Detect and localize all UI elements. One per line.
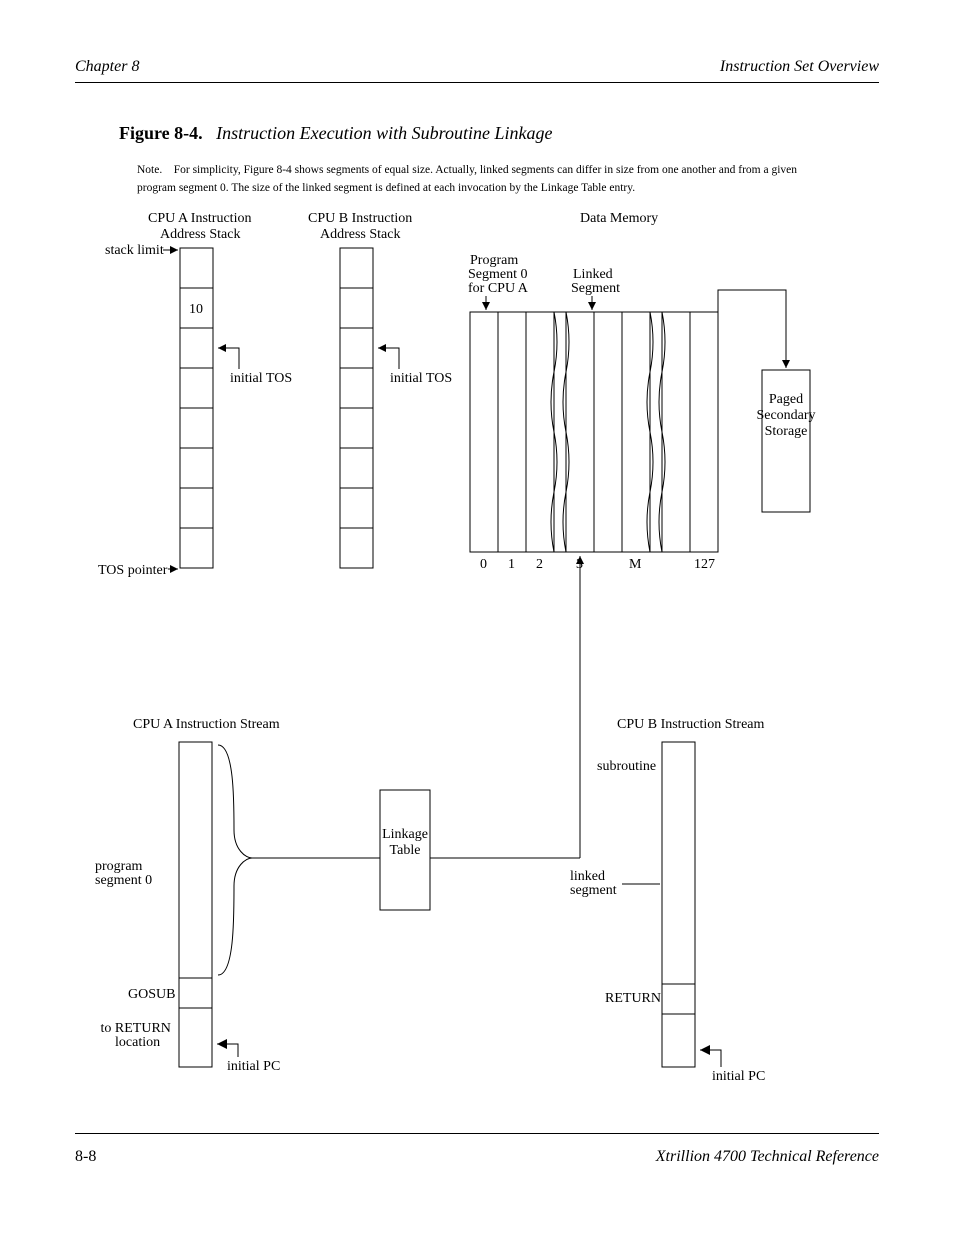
svg-text:RETURN: RETURN xyxy=(605,991,661,1006)
svg-text:CPU A Instruction Stream: CPU A Instruction Stream xyxy=(133,717,280,732)
footer-rule xyxy=(75,1133,879,1134)
svg-text:Storage: Storage xyxy=(765,424,808,439)
svg-text:initial PC: initial PC xyxy=(227,1059,280,1074)
cpu-a-title-line2: Address Stack xyxy=(160,227,241,242)
svg-text:initial TOS: initial TOS xyxy=(390,371,452,386)
svg-text:segment: segment xyxy=(570,883,617,898)
svg-text:2: 2 xyxy=(536,557,543,572)
cpu-a-initial-tos-arrow: initial TOS xyxy=(218,344,292,386)
cpu-a-stack: CPU A Instruction Address Stack 10 initi… xyxy=(148,211,292,568)
svg-text:segment 0: segment 0 xyxy=(95,873,152,888)
svg-text:M: M xyxy=(629,557,642,572)
svg-text:Linkage: Linkage xyxy=(382,827,428,842)
svg-text:CPU B Instruction Stream: CPU B Instruction Stream xyxy=(617,717,764,732)
svg-text:Segment: Segment xyxy=(571,281,620,296)
svg-text:Program: Program xyxy=(470,253,518,268)
svg-text:subroutine: subroutine xyxy=(597,759,656,774)
svg-text:Segment 0: Segment 0 xyxy=(468,267,528,282)
svg-text:linked: linked xyxy=(570,869,605,884)
footer-doc-title: Xtrillion 4700 Technical Reference xyxy=(656,1148,879,1166)
cpu-a-title-line1: CPU A Instruction xyxy=(148,211,251,226)
svg-text:Table: Table xyxy=(390,843,421,858)
data-memory-block: Data Memory Program Segment 0 for CPU A … xyxy=(468,211,816,640)
svg-text:Paged: Paged xyxy=(769,392,803,407)
footer-page-number: 8-8 xyxy=(75,1148,96,1166)
svg-text:stack limit: stack limit xyxy=(105,243,164,258)
figure-footnote: Note. For simplicity, Figure 8-4 shows s… xyxy=(137,162,827,198)
linkage-table: Linkage Table xyxy=(380,640,580,910)
data-memory-title: Data Memory xyxy=(580,211,658,226)
cpu-b-instruction-stream: CPU B Instruction Stream linked segment … xyxy=(570,717,765,1084)
svg-text:1: 1 xyxy=(508,557,515,572)
cpu-a-row-value: 10 xyxy=(189,302,203,317)
cpu-a-instruction-stream: CPU A Instruction Stream program segment… xyxy=(95,717,380,1074)
svg-text:program: program xyxy=(95,859,143,874)
svg-text:TOS pointer: TOS pointer xyxy=(98,563,168,578)
svg-text:initial PC: initial PC xyxy=(712,1069,765,1084)
svg-text:Linked: Linked xyxy=(573,267,613,282)
svg-text:for CPU A: for CPU A xyxy=(468,281,529,296)
cpu-b-stack: CPU B Instruction Address Stack initial … xyxy=(308,211,452,568)
stack-side-labels: stack limit TOS pointer xyxy=(98,243,178,578)
cpu-b-initial-tos-arrow: initial TOS xyxy=(378,344,452,386)
svg-text:GOSUB: GOSUB xyxy=(128,987,175,1002)
cpu-b-title-line2: Address Stack xyxy=(320,227,401,242)
svg-text:Secondary: Secondary xyxy=(756,408,815,423)
svg-text:127: 127 xyxy=(694,557,715,572)
svg-text:to RETURN: to RETURN xyxy=(97,1021,171,1036)
paged-storage: Paged Secondary Storage xyxy=(718,290,816,512)
svg-text:initial TOS: initial TOS xyxy=(230,371,292,386)
cpu-b-title-line1: CPU B Instruction xyxy=(308,211,412,226)
svg-text:0: 0 xyxy=(480,557,487,572)
svg-text:location: location xyxy=(115,1035,160,1050)
